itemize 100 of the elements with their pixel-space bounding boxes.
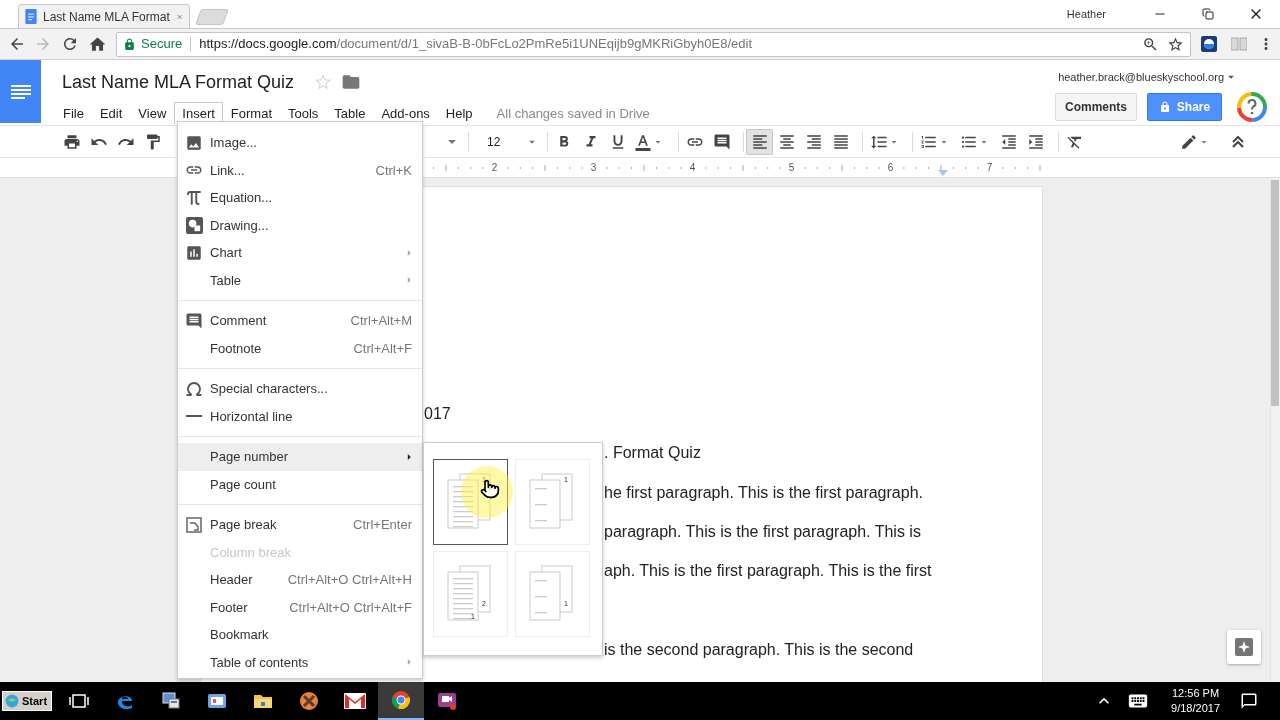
align-center-icon [777, 132, 796, 151]
font-size-select[interactable]: 12 [478, 128, 540, 155]
menu-option[interactable]: Link... Ctrl+K [178, 156, 422, 184]
text-color-icon [634, 132, 652, 151]
drawing-icon [185, 216, 203, 234]
comment-icon [712, 132, 731, 151]
horizontal-line-icon [186, 415, 202, 418]
body-text: 017 [424, 405, 451, 422]
body-text: he first paragraph. This is the first paragraph. [604, 483, 923, 501]
menu-item[interactable]: View [130, 102, 175, 125]
shortcut-text: Ctrl+Alt+O Ctrl+Alt+H [287, 571, 412, 589]
zoom-icon[interactable] [1142, 35, 1159, 53]
align-justify-icon [831, 132, 850, 151]
start-button[interactable]: Start [2, 691, 52, 711]
shortcut-text: Ctrl+Enter [353, 516, 412, 534]
menu-option[interactable]: Horizontal line [178, 402, 422, 430]
reload-icon[interactable] [61, 35, 79, 53]
menu-item[interactable]: File [55, 102, 92, 125]
menu-item[interactable]: Format [222, 102, 280, 125]
indent-decrease-icon [999, 132, 1018, 151]
hand-cursor-icon [480, 478, 500, 500]
star-icon[interactable] [1167, 35, 1184, 53]
notifications-icon[interactable] [1240, 692, 1258, 710]
body-text: paragraph. This is the first paragraph. This is [604, 522, 921, 540]
shortcut-text: Ctrl+Alt+M [350, 312, 412, 330]
menu-option[interactable]: Table [178, 266, 422, 294]
shortcut-text: Ctrl+Alt+O Ctrl+Alt+F [289, 598, 412, 617]
comments-button[interactable]: Comments [1055, 92, 1137, 121]
browser-logo-icon [391, 690, 411, 710]
menu-option[interactable]: Header Ctrl+Alt+O Ctrl+Alt+H [178, 566, 422, 594]
chart-icon [185, 243, 203, 262]
pi-icon [185, 188, 203, 207]
save-status[interactable]: All changes saved in Drive [496, 103, 650, 124]
shortcut-text: Ctrl+Alt+F [353, 339, 412, 358]
page-break-icon [186, 516, 202, 533]
document-title[interactable]: Last Name MLA Format Quiz [55, 68, 302, 96]
mail-icon [344, 693, 366, 709]
explore-icon [1235, 638, 1253, 656]
caret-icon [448, 139, 456, 144]
print-icon [62, 132, 81, 151]
docs-logo[interactable] [0, 60, 41, 123]
menu-option[interactable]: Image... [178, 129, 422, 157]
help-icon[interactable] [1236, 90, 1268, 123]
lock-icon [123, 37, 136, 51]
menu-option[interactable]: Page number [178, 443, 422, 471]
computer-icon [161, 691, 181, 711]
clock[interactable]: 12:56 PM 9/18/2017 [1171, 686, 1220, 716]
menu-item[interactable]: Edit [91, 102, 131, 125]
extension-icon[interactable] [1201, 36, 1217, 52]
account-email[interactable]: heather.brack@blueskyschool.org [1058, 69, 1224, 86]
menu-option[interactable]: Comment Ctrl+Alt+M [178, 307, 422, 335]
menu-option[interactable]: Page count [178, 470, 422, 498]
align-left-button[interactable] [746, 128, 773, 155]
body-text: is the second paragraph. This is the second [604, 640, 914, 658]
clock-time: 12:56 PM [1172, 686, 1220, 701]
explore-button[interactable] [1227, 630, 1261, 664]
align-right-icon [804, 132, 823, 151]
image-icon [185, 133, 203, 152]
menu-option[interactable]: Drawing... [178, 211, 422, 239]
profile-name[interactable]: Heather [1066, 5, 1106, 23]
indent-marker-icon[interactable] [938, 170, 948, 176]
collapse-icon [1231, 135, 1244, 148]
task-view-icon [69, 693, 89, 709]
menu-item[interactable]: Add-ons [373, 102, 438, 125]
lock-icon [1158, 100, 1171, 113]
omega-icon [185, 379, 203, 398]
calendar-icon [207, 691, 227, 711]
crossed-circle-icon [299, 691, 319, 711]
taskbar-app[interactable] [378, 682, 424, 720]
menu-item[interactable]: Tools [280, 102, 327, 125]
menu-option[interactable]: Special characters... [178, 375, 422, 403]
menu-item[interactable]: Help [437, 102, 481, 125]
menu-icon [10, 84, 31, 99]
shortcut-text: Ctrl+K [375, 161, 412, 180]
body-text: aph. This is the first paragraph. This is the first [604, 562, 932, 580]
body-text: . Format Quiz [604, 444, 701, 462]
globe-icon [5, 694, 19, 708]
menu-option[interactable]: Chart [178, 239, 422, 267]
menu-option[interactable]: Bookmark [178, 621, 422, 649]
menu-option[interactable]: Table of contents [178, 648, 422, 676]
indent-increase-icon [1026, 132, 1045, 151]
address-field[interactable]: Secure https://docs.google.com/document/d/1_sivaB-B-0bFcLo2PmRe5i1UNEqijb9gMKRiGbyh0E8/edit [116, 31, 1191, 57]
pencil-icon [1180, 132, 1198, 151]
menu-option[interactable]: Footer Ctrl+Alt+O Ctrl+Alt+F [178, 593, 422, 621]
menu-option[interactable]: Equation... [178, 184, 422, 212]
secure-label: Secure [141, 35, 183, 54]
home-icon[interactable] [88, 34, 107, 54]
restore-icon[interactable] [1202, 8, 1214, 20]
cursor-highlight [461, 466, 513, 518]
menu-option[interactable]: Page break Ctrl+Enter [178, 511, 422, 539]
document-icon [25, 9, 37, 24]
align-left-icon [750, 132, 769, 151]
menu-option[interactable]: Footnote Ctrl+Alt+F [178, 334, 422, 362]
scrollbar-thumb[interactable] [1271, 180, 1279, 406]
browser-tab[interactable]: Last Name MLA Format [18, 4, 190, 28]
menu-item[interactable]: Table [326, 102, 374, 125]
folder-icon[interactable] [341, 72, 362, 92]
url-text: https://docs.google.com/document/d/1_sivaB-B-0bFcLo2PmRe5i1UNEqijb9gMKRiGbyh0E8/edit [199, 35, 752, 54]
video-call-icon [437, 691, 457, 711]
clock-date: 9/18/2017 [1171, 701, 1220, 716]
